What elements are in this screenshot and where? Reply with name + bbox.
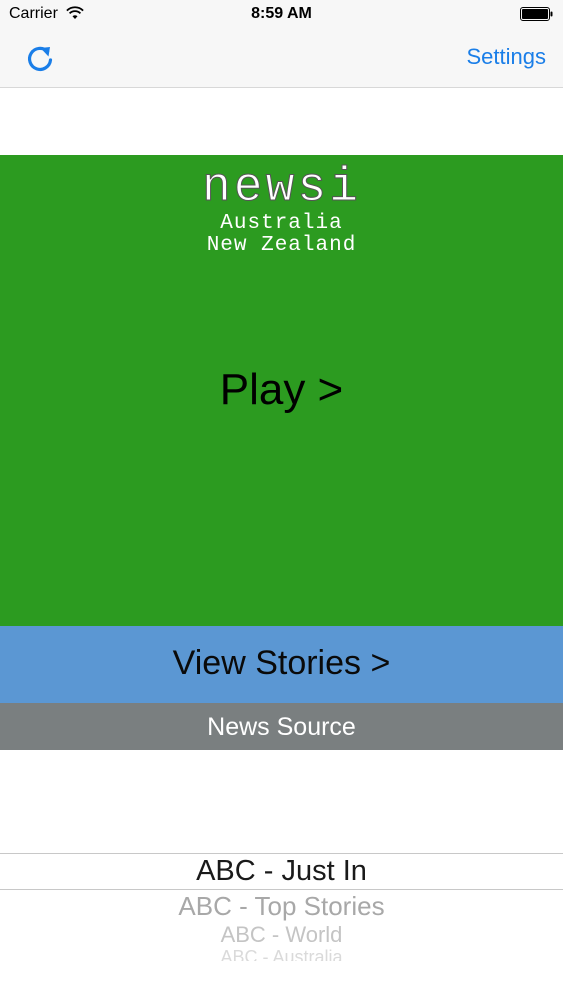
app-logo: newsi Australia New Zealand bbox=[0, 163, 563, 257]
picker-selection-bottom-line bbox=[0, 889, 563, 890]
news-source-header: News Source bbox=[0, 703, 563, 750]
battery-icon bbox=[520, 7, 553, 21]
picker-item-selected[interactable]: ABC - Just In bbox=[0, 855, 563, 888]
picker-item[interactable]: ABC - Australia bbox=[0, 947, 563, 961]
settings-button[interactable]: Settings bbox=[467, 44, 547, 70]
play-panel[interactable]: newsi Australia New Zealand Play > bbox=[0, 155, 563, 626]
app-name: newsi bbox=[201, 161, 362, 215]
navigation-bar: Settings bbox=[0, 30, 563, 88]
refresh-icon[interactable] bbox=[22, 40, 58, 76]
view-stories-label: View Stories > bbox=[172, 644, 391, 682]
region-line-2: New Zealand bbox=[206, 234, 357, 257]
news-source-picker[interactable]: ABC - Just In ABC - Top Stories ABC - Wo… bbox=[0, 750, 563, 1000]
news-source-label: News Source bbox=[207, 713, 356, 741]
picker-selection-top-line bbox=[0, 853, 563, 854]
view-stories-button[interactable]: View Stories > bbox=[0, 626, 563, 703]
status-bar: Carrier 8:59 AM bbox=[0, 0, 563, 30]
play-button-label[interactable]: Play > bbox=[0, 365, 563, 415]
picker-item[interactable]: ABC - World bbox=[0, 922, 563, 948]
picker-item[interactable]: ABC - Top Stories bbox=[0, 891, 563, 922]
region-line-1: Australia bbox=[220, 212, 343, 235]
clock: 8:59 AM bbox=[251, 5, 312, 22]
